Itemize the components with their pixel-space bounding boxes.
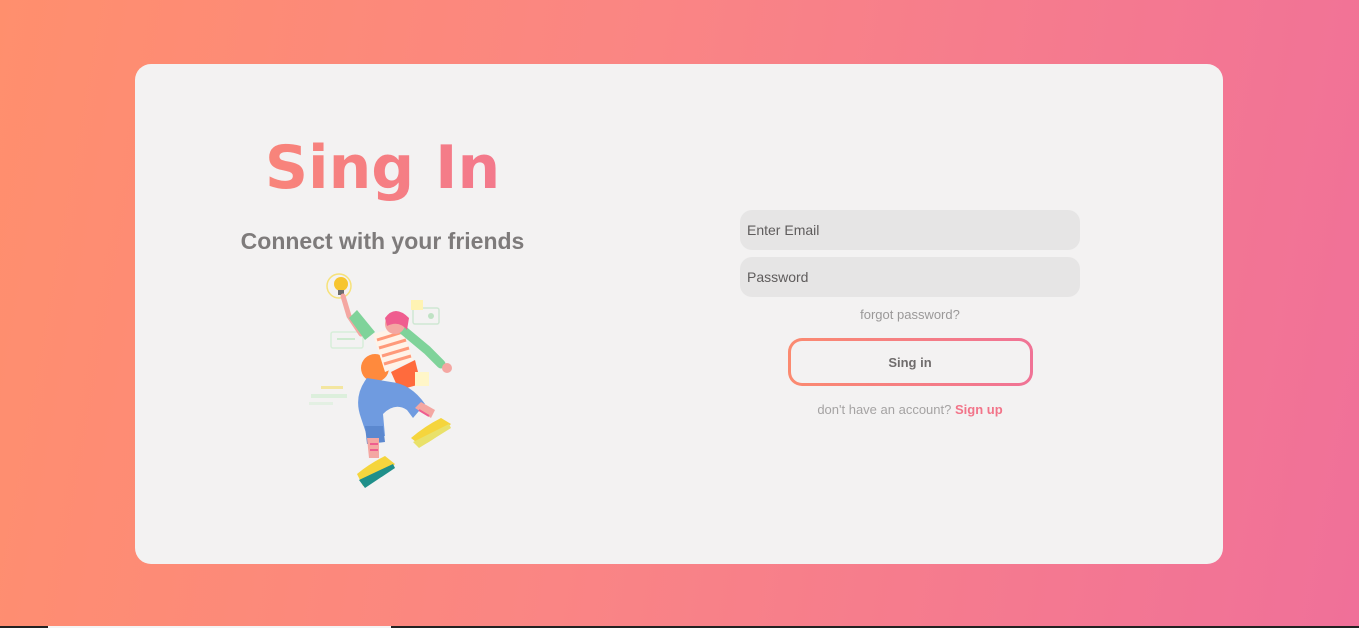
welcome-panel: Sing In Connect with your friends <box>135 64 630 564</box>
sign-up-link[interactable]: Sign up <box>955 402 1003 417</box>
forgot-password-link[interactable]: forgot password? <box>740 307 1080 322</box>
sign-in-button-border: Sing in <box>787 338 1033 386</box>
person-lightbulb-illustration <box>309 273 452 488</box>
password-input[interactable] <box>740 257 1080 297</box>
signup-prompt-line: don't have an account? Sign up <box>740 402 1080 417</box>
page-subtitle: Connect with your friends <box>240 228 525 254</box>
sign-in-button[interactable]: Sing in <box>790 341 1030 383</box>
page-title: Sing In <box>135 126 630 210</box>
signup-prompt-text: don't have an account? <box>817 402 952 417</box>
login-form: forgot password? Sing in don't have an a… <box>740 210 1080 417</box>
email-input[interactable] <box>740 210 1080 250</box>
login-card: Sing In Connect with your friends Enter … <box>135 64 1223 564</box>
